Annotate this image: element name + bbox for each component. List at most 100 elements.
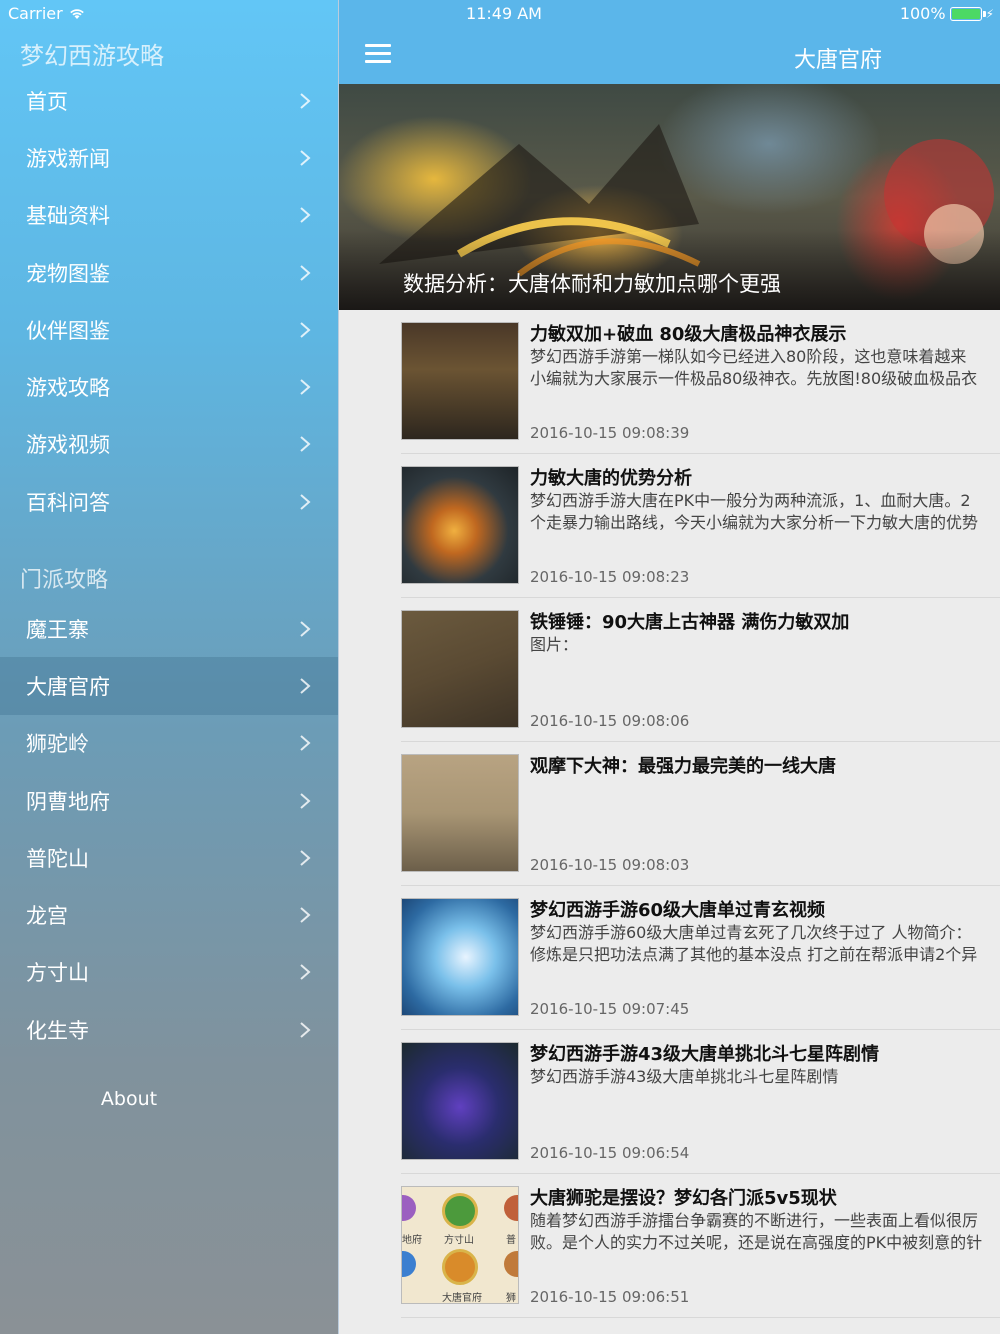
featured-banner[interactable]: 数据分析：大唐体耐和力敏加点哪个更强 [339,84,1000,310]
article-timestamp: 2016-10-15 09:06:51 [530,1288,690,1306]
sidebar-item-label: 伙伴图鉴 [26,318,110,343]
article-summary: 随着梦幻西游手游擂台争霸赛的不断进行，一些表面上看似很厉 败。是个人的实力不过关… [530,1211,983,1252]
sidebar-item-label: 化生寺 [26,1018,89,1043]
thumbnail-label: 狮 [506,1293,516,1304]
charging-icon: ⚡ [985,6,994,21]
article-thumbnail [401,1042,519,1160]
sidebar-item-news[interactable]: 游戏新闻 [0,129,338,186]
about-link[interactable]: About [0,1088,258,1110]
sidebar-item-label: 大唐官府 [26,674,110,699]
article-title: 大唐狮驼是摆设？梦幻各门派5v5现状 [530,1188,837,1209]
thumbnail-label: 普 [506,1235,516,1246]
article-title: 铁锤锤：90大唐上古神器 满伤力敏双加 [530,612,850,633]
article-title: 梦幻西游手游60级大唐单过青玄视频 [530,900,826,921]
status-carrier: Carrier [8,4,85,23]
article-item[interactable]: 梦幻西游手游43级大唐单挑北斗七星阵剧情 梦幻西游手游43级大唐单挑北斗七星阵剧… [401,1030,1000,1174]
chevron-right-icon [300,322,311,338]
chevron-right-icon [300,92,311,109]
chevron-right-icon [300,964,311,981]
chevron-right-icon [300,207,311,223]
article-title: 观摩下大神：最强力最完美的一线大唐 [530,756,836,777]
article-timestamp: 2016-10-15 09:08:06 [530,712,690,730]
sidebar-item-home[interactable]: 首页 [0,72,338,129]
banner-caption: 数据分析：大唐体耐和力敏加点哪个更强 [403,272,781,296]
sidebar-item-shituoling[interactable]: 狮驼岭 [0,715,338,772]
sidebar-title: 梦幻西游攻略 [20,42,164,70]
sidebar-item-guides[interactable]: 游戏攻略 [0,358,338,415]
article-item[interactable]: 观摩下大神：最强力最完美的一线大唐 2016-10-15 09:08:03 [401,742,1000,886]
article-title: 梦幻西游手游43级大唐单挑北斗七星阵剧情 [530,1044,880,1065]
sidebar-item-datangguanfu[interactable]: 大唐官府 [0,657,338,715]
article-timestamp: 2016-10-15 09:08:03 [530,856,690,874]
sidebar-item-label: 龙宫 [26,904,68,929]
sidebar-item-faq[interactable]: 百科问答 [0,473,338,530]
chevron-right-icon [300,436,311,453]
chevron-right-icon [300,620,311,637]
article-title: 力敏大唐的优势分析 [530,468,692,489]
battery-icon [949,6,986,21]
sidebar-item-label: 方寸山 [26,961,89,986]
sidebar-item-putuoshan[interactable]: 普陀山 [0,829,338,886]
article-timestamp: 2016-10-15 09:08:39 [530,424,690,442]
sidebar-item-videos[interactable]: 游戏视频 [0,416,338,473]
main-content: 11:49 AM 100% ⚡ 大唐官府 数据分析：大唐体耐和力敏加点哪个更强 … [338,0,1000,1334]
article-timestamp: 2016-10-15 09:07:45 [530,1000,690,1018]
sidebar-item-label: 首页 [26,89,68,114]
article-thumbnail [401,610,519,728]
article-timestamp: 2016-10-15 09:06:54 [530,1144,690,1162]
article-thumbnail [401,898,519,1016]
sidebar-item-pets[interactable]: 宠物图鉴 [0,244,338,301]
chevron-right-icon [300,264,311,281]
chevron-right-icon [300,907,311,923]
sidebar-item-label: 狮驼岭 [26,732,89,757]
chevron-right-icon [300,850,311,866]
main-menu: 首页 游戏新闻 基础资料 宠物图鉴 伙伴图鉴 游戏攻略 游戏视频 百科问答 [0,72,338,530]
battery-percent: 100% [899,4,946,23]
sidebar-item-label: 普陀山 [26,846,89,871]
thumbnail-label: 大唐官府 [442,1293,482,1304]
article-title: 力敏双加+破血 80级大唐极品神衣展示 [530,324,847,345]
sidebar-item-mowangzhai[interactable]: 魔王寨 [0,600,338,657]
article-item[interactable]: 力敏大唐的优势分析 梦幻西游手游大唐在PK中一般分为两种流派，1、血耐大唐。2 … [401,454,1000,598]
chevron-right-icon [300,678,311,694]
status-battery: 100% ⚡ [900,4,994,23]
article-thumbnail [401,466,519,584]
sidebar-item-longgong[interactable]: 龙宫 [0,886,338,943]
sidebar-item-label: 魔王寨 [26,617,89,642]
article-summary: 图片： [530,635,579,654]
sidebar-item-partners[interactable]: 伙伴图鉴 [0,301,338,358]
sidebar-item-basics[interactable]: 基础资料 [0,187,338,244]
article-thumbnail [401,754,519,872]
nav-bar: 11:49 AM 100% ⚡ 大唐官府 [339,0,1000,84]
article-summary: 梦幻西游手游60级大唐单过青玄死了几次终于过了 人物简介： 修炼是只把功法点满了… [530,923,978,964]
article-item[interactable]: 地府 方寸山 普 大唐官府 狮 大唐狮驼是摆设？梦幻各门派5v5现状 随着梦幻西… [401,1174,1000,1318]
sidebar: Carrier 梦幻西游攻略 首页 游戏新闻 基础资料 宠物图鉴 伙伴图鉴 游戏… [0,0,338,1334]
article-summary: 梦幻西游手游大唐在PK中一般分为两种流派，1、血耐大唐。2 个走暴力输出路线，今… [530,491,979,532]
sidebar-item-yincaodifu[interactable]: 阴曹地府 [0,772,338,829]
article-thumbnail: 地府 方寸山 普 大唐官府 狮 [401,1186,519,1304]
chevron-right-icon [300,1021,311,1038]
sidebar-item-fangcunshan[interactable]: 方寸山 [0,944,338,1001]
article-item[interactable]: 梦幻西游手游60级大唐单过青玄视频 梦幻西游手游60级大唐单过青玄死了几次终于过… [401,886,1000,1030]
article-item[interactable]: 铁锤锤：90大唐上古神器 满伤力敏双加 图片： 2016-10-15 09:08… [401,598,1000,742]
wifi-icon [69,8,84,19]
sidebar-item-label: 游戏视频 [26,433,110,458]
sidebar-item-label: 游戏新闻 [26,146,110,171]
menu-icon[interactable] [365,44,391,64]
page-title: 大唐官府 [794,48,883,73]
chevron-right-icon [300,792,311,809]
carrier-label: Carrier [8,4,63,23]
sidebar-item-label: 基础资料 [26,204,110,229]
sidebar-item-huashengsi[interactable]: 化生寺 [0,1001,338,1058]
sidebar-item-label: 百科问答 [26,490,110,515]
sect-section-title: 门派攻略 [20,568,109,593]
article-item[interactable]: 力敏双加+破血 80级大唐极品神衣展示 梦幻西游手游第一梯队如今已经进入80阶段… [401,310,1000,454]
thumbnail-label: 方寸山 [444,1235,474,1246]
article-timestamp: 2016-10-15 09:08:23 [530,568,690,586]
sect-menu: 魔王寨 大唐官府 狮驼岭 阴曹地府 普陀山 龙宫 方寸山 化生寺 [0,600,338,1058]
chevron-right-icon [300,493,311,510]
chevron-right-icon [300,150,311,166]
thumbnail-label: 地府 [402,1235,422,1246]
article-list: 力敏双加+破血 80级大唐极品神衣展示 梦幻西游手游第一梯队如今已经进入80阶段… [339,310,1000,1318]
article-summary: 梦幻西游手游43级大唐单挑北斗七星阵剧情 [530,1067,839,1086]
